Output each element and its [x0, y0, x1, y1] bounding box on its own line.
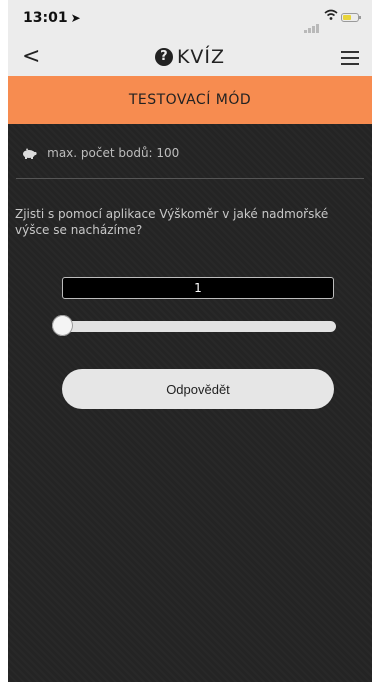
page-title: KVÍZ — [176, 46, 226, 68]
battery-level — [343, 15, 351, 20]
status-time: 13:01 ➤ — [23, 10, 81, 26]
nav-bar: < ? KVÍZ — [8, 38, 372, 76]
piggy-bank-icon — [22, 146, 41, 161]
phone-screen: 13:01 ➤ < ? KVÍZ TESTOVACÍ MÓD max. počet … — [8, 0, 372, 682]
answer-value-field[interactable]: 1 — [62, 277, 334, 299]
max-points: max. počet bodů: 100 — [22, 146, 179, 161]
help-icon[interactable]: ? — [154, 48, 173, 66]
hamburger-menu-icon[interactable] — [341, 51, 359, 69]
answer-button[interactable]: Odpovědět — [62, 369, 334, 409]
divider — [16, 178, 364, 179]
slider-thumb[interactable] — [52, 315, 73, 336]
time-text: 13:01 — [23, 10, 68, 26]
quiz-content: max. počet bodů: 100 Zjisti s pomocí apl… — [8, 124, 372, 682]
question-text: Zjisti s pomocí aplikace Výškoměr v jaké… — [15, 207, 329, 237]
nav-title-group: ? KVÍZ — [8, 46, 372, 68]
wifi-icon — [324, 9, 338, 24]
signal-icon — [304, 14, 320, 33]
status-bar: 13:01 ➤ — [8, 0, 372, 38]
mode-banner: TESTOVACÍ MÓD — [8, 76, 372, 124]
location-arrow-icon: ➤ — [70, 11, 81, 25]
battery-icon — [341, 13, 361, 22]
max-points-text: max. počet bodů: 100 — [47, 146, 180, 160]
answer-slider[interactable] — [56, 321, 336, 332]
